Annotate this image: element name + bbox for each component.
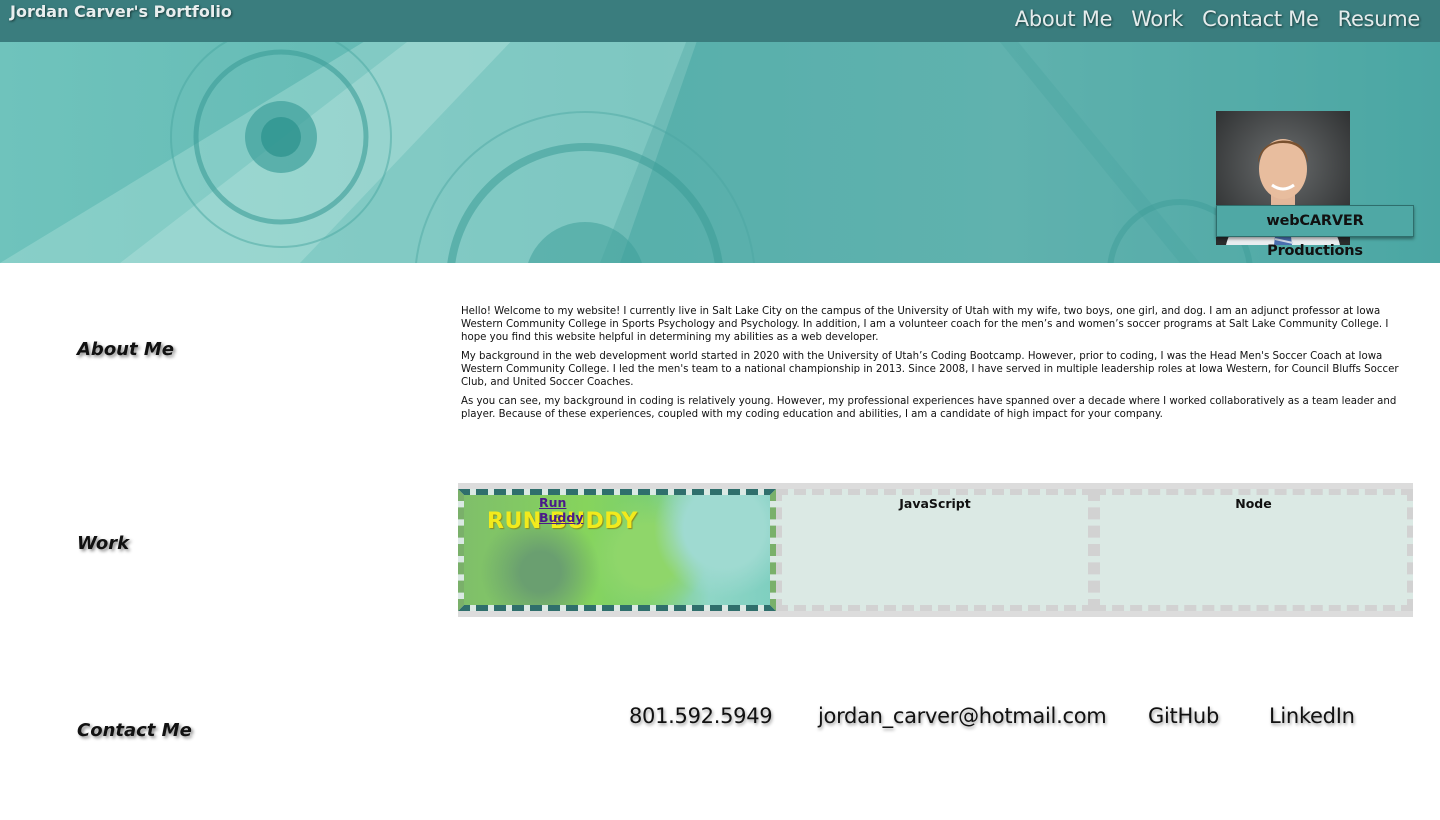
work-card-title: Node bbox=[1235, 496, 1272, 511]
work-card-node[interactable]: Node bbox=[1094, 489, 1413, 611]
about-paragraph: As you can see, my background in coding … bbox=[461, 396, 1397, 420]
about-paragraph: My background in the web development wor… bbox=[461, 351, 1399, 388]
about-text: Hello! Welcome to my website! I currentl… bbox=[461, 305, 1411, 427]
email-link[interactable]: jordan_carver@hotmail.com bbox=[818, 704, 1107, 728]
main-nav: About Me Work Contact Me Resume bbox=[1015, 7, 1421, 31]
work-heading: Work bbox=[77, 533, 130, 554]
top-navbar: Jordan Carver's Portfolio About Me Work … bbox=[0, 0, 1440, 42]
work-card-javascript[interactable]: JavaScript bbox=[776, 489, 1094, 611]
github-link[interactable]: GitHub bbox=[1148, 704, 1219, 728]
phone-link[interactable]: 801.592.5949 bbox=[629, 704, 773, 728]
nav-link-resume[interactable]: Resume bbox=[1338, 7, 1421, 31]
hero-banner: webCARVER Productions bbox=[0, 42, 1440, 263]
run-buddy-link[interactable]: Run Buddy bbox=[539, 495, 583, 525]
linkedin-link[interactable]: LinkedIn bbox=[1269, 704, 1355, 728]
site-title[interactable]: Jordan Carver's Portfolio bbox=[10, 2, 232, 21]
work-card-title: JavaScript bbox=[899, 496, 971, 511]
work-card-run-buddy[interactable]: RUN BUDDY Run Buddy bbox=[458, 489, 776, 611]
about-paragraph: Hello! Welcome to my website! I currentl… bbox=[461, 306, 1389, 343]
nav-link-about-me[interactable]: About Me bbox=[1015, 7, 1113, 31]
nav-link-contact-me[interactable]: Contact Me bbox=[1202, 7, 1319, 31]
about-heading: About Me bbox=[77, 339, 174, 360]
contact-links: 801.592.5949 jordan_carver@hotmail.com G… bbox=[0, 704, 1440, 734]
brand-badge: webCARVER Productions bbox=[1216, 205, 1414, 259]
nav-link-work[interactable]: Work bbox=[1131, 7, 1183, 31]
work-gallery: RUN BUDDY Run Buddy JavaScript Node bbox=[458, 483, 1413, 617]
